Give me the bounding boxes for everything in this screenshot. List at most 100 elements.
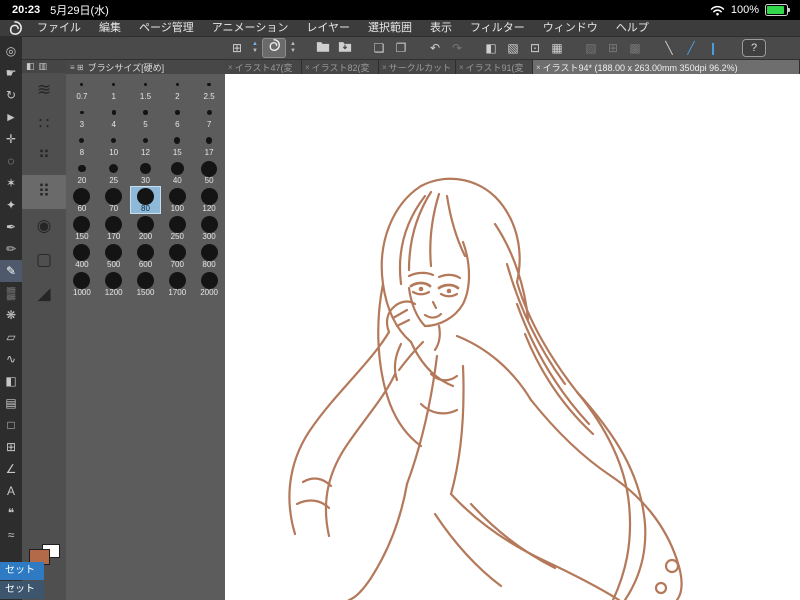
subtool-rough-pencil-icon[interactable]: ∷: [22, 107, 66, 141]
duplicate-page-icon[interactable]: ❐: [390, 38, 412, 58]
brush-size-cell[interactable]: 2: [161, 74, 193, 102]
menu-item-8[interactable]: ウィンドウ: [534, 20, 607, 36]
tool-airbrush-icon[interactable]: ▒: [0, 282, 22, 304]
brush-size-cell[interactable]: 500: [98, 242, 130, 270]
snap-special-ruler-icon[interactable]: ▧: [502, 38, 524, 58]
canvas-tab-3[interactable]: × イラスト91(変: [456, 60, 533, 74]
menu-item-1[interactable]: 編集: [90, 20, 130, 36]
palette-grid-icon[interactable]: ⊞: [226, 38, 248, 58]
brush-size-cell[interactable]: 150: [66, 214, 98, 242]
brush-size-cell[interactable]: 7: [193, 102, 225, 130]
brush-size-cell[interactable]: 2000: [193, 270, 225, 298]
brush-size-cell[interactable]: 15: [161, 130, 193, 158]
tab-close-icon[interactable]: ×: [228, 63, 233, 72]
open-file-icon[interactable]: [312, 38, 334, 58]
brush-size-cell[interactable]: 6: [161, 102, 193, 130]
canvas-tab-0[interactable]: × イラスト47(変: [225, 60, 302, 74]
canvas-tab-2[interactable]: × サークルカット: [379, 60, 456, 74]
canvas-tab-1[interactable]: × イラスト82(変: [302, 60, 379, 74]
tool-correct-line-icon[interactable]: ≈: [0, 524, 22, 546]
color-set-tab-1[interactable]: セット: [0, 581, 44, 599]
tab-close-icon[interactable]: ×: [305, 63, 310, 72]
tab-close-icon[interactable]: ×: [382, 63, 387, 72]
tool-blend-icon[interactable]: ∿: [0, 348, 22, 370]
brush-size-cell[interactable]: 30: [130, 158, 162, 186]
brush-size-cell[interactable]: 12: [130, 130, 162, 158]
brush-size-cell[interactable]: 2.5: [193, 74, 225, 102]
subtool-view-toggle-1-icon[interactable]: ▥: [39, 61, 48, 72]
brush-size-cell[interactable]: 17: [193, 130, 225, 158]
color-set-tab-0[interactable]: セット: [0, 562, 44, 580]
undo-icon[interactable]: ↶: [424, 38, 446, 58]
brush-size-cell[interactable]: 20: [66, 158, 98, 186]
brush-size-cell[interactable]: 40: [161, 158, 193, 186]
transform-icon[interactable]: ⊞: [602, 38, 624, 58]
brush-size-cell[interactable]: 1: [98, 74, 130, 102]
subtool-dot-brush-small-icon[interactable]: ⠛: [22, 141, 66, 175]
tool-frame-icon[interactable]: ⊞: [0, 436, 22, 458]
brush-size-cell[interactable]: 800: [193, 242, 225, 270]
save-file-icon[interactable]: [334, 38, 356, 58]
brush-size-cell[interactable]: 1000: [66, 270, 98, 298]
brush-size-cell[interactable]: 300: [193, 214, 225, 242]
brush-size-cell[interactable]: 250: [161, 214, 193, 242]
tab-close-icon[interactable]: ×: [459, 63, 464, 72]
brush-size-cell[interactable]: 60: [66, 186, 98, 214]
brush-size-cell[interactable]: 600: [130, 242, 162, 270]
canvas-area[interactable]: [225, 74, 800, 600]
brush-size-cell[interactable]: 5: [130, 102, 162, 130]
brush-size-cell[interactable]: 1500: [130, 270, 162, 298]
tool-size-stepper-icon[interactable]: ▲ ▼: [248, 38, 262, 58]
tool-auto-select-icon[interactable]: ✶: [0, 172, 22, 194]
canvas-tab-active[interactable]: × イラスト94* (188.00 x 263.00mm 350dpi 96.2%…: [533, 60, 800, 74]
tool-eraser-icon[interactable]: ▱: [0, 326, 22, 348]
tool-rotate-icon[interactable]: ↻: [0, 84, 22, 106]
subtool-view-toggle-0-icon[interactable]: ◧: [26, 61, 35, 72]
menu-item-3[interactable]: アニメーション: [203, 20, 298, 36]
menu-item-2[interactable]: ページ管理: [130, 20, 203, 36]
tool-balloon-icon[interactable]: ❝: [0, 502, 22, 524]
redo-icon[interactable]: ↷: [446, 38, 468, 58]
subtool-flat-brush-icon[interactable]: ▢: [22, 243, 66, 277]
subtool-dot-brush-dense-icon[interactable]: ⠿: [22, 175, 66, 209]
menu-item-5[interactable]: 選択範囲: [359, 20, 421, 36]
brush-size-cell[interactable]: 120: [193, 186, 225, 214]
material-palette-icon[interactable]: ▦: [546, 38, 568, 58]
brush-size-cell[interactable]: 4: [98, 102, 130, 130]
menu-item-9[interactable]: ヘルプ: [607, 20, 658, 36]
brush-size-cell[interactable]: 400: [66, 242, 98, 270]
pen-pressure-icon[interactable]: ❙: [702, 38, 724, 58]
menu-item-6[interactable]: 表示: [421, 20, 461, 36]
current-tool-brush-icon[interactable]: [262, 38, 286, 58]
brush-size-cell[interactable]: 700: [161, 242, 193, 270]
selection-launcher-icon[interactable]: ▨: [580, 38, 602, 58]
tool-pencil-icon[interactable]: ✏: [0, 238, 22, 260]
brush-size-cell[interactable]: 0.7: [66, 74, 98, 102]
menu-item-7[interactable]: フィルター: [461, 20, 534, 36]
tool-brush-icon[interactable]: ✎: [0, 260, 22, 282]
subtool-slanted-brush-icon[interactable]: ◢: [22, 277, 66, 311]
tool-operate-icon[interactable]: ►: [0, 106, 22, 128]
curve-tool-icon[interactable]: ╱: [680, 38, 702, 58]
tool-lasso-icon[interactable]: ◌: [0, 150, 22, 172]
tool-move-layer-icon[interactable]: ✛: [0, 128, 22, 150]
tool-pen-icon[interactable]: ✒: [0, 216, 22, 238]
brush-size-stepper-icon[interactable]: ▲ ▼: [286, 38, 300, 58]
brush-size-cell[interactable]: 100: [161, 186, 193, 214]
brush-size-cell[interactable]: 50: [193, 158, 225, 186]
mesh-transform-icon[interactable]: ▩: [624, 38, 646, 58]
brush-size-cell[interactable]: 3: [66, 102, 98, 130]
panel-view-toggle-icons[interactable]: ≡ ⊞: [70, 63, 84, 72]
menu-item-0[interactable]: ファイル: [28, 20, 90, 36]
tool-fill-icon[interactable]: ◧: [0, 370, 22, 392]
brush-size-cell[interactable]: 1.5: [130, 74, 162, 102]
brush-size-cell[interactable]: 200: [130, 214, 162, 242]
subtool-soft-pencil-icon[interactable]: ≋: [22, 73, 66, 107]
brush-size-cell[interactable]: 10: [98, 130, 130, 158]
brush-size-cell[interactable]: 1700: [161, 270, 193, 298]
brush-size-cell[interactable]: 80: [129, 186, 162, 214]
brush-size-cell[interactable]: 8: [66, 130, 98, 158]
tool-ruler-icon[interactable]: ∠: [0, 458, 22, 480]
subtool-round-brush-icon[interactable]: ◉: [22, 209, 66, 243]
line-tool-icon[interactable]: ╲: [658, 38, 680, 58]
